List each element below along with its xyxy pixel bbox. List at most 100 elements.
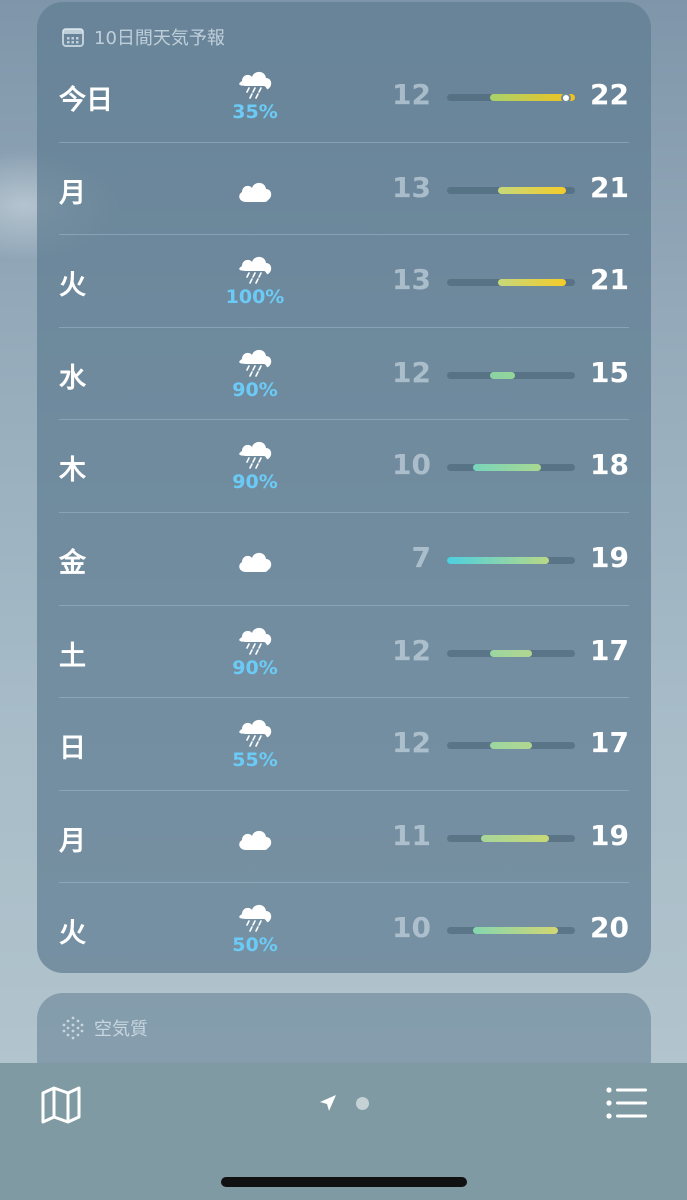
day-label: 水 <box>59 362 86 394</box>
forecast-row[interactable]: 木 90% 10 18 <box>37 420 651 513</box>
forecast-row[interactable]: 今日 35% 12 22 <box>37 50 651 143</box>
precipitation-chance: 50% <box>232 934 278 957</box>
high-temperature: 21 <box>590 263 629 297</box>
temperature-range-bar <box>447 742 575 750</box>
calendar-icon <box>62 28 84 47</box>
weather-condition: 35% <box>217 64 293 130</box>
high-temperature: 17 <box>590 726 629 760</box>
precipitation-chance: 90% <box>232 471 278 494</box>
day-label: 日 <box>59 733 86 765</box>
low-temperature: 10 <box>392 448 431 482</box>
forecast-row[interactable]: 火 50% 10 20 <box>37 883 651 976</box>
forecast-row[interactable]: 月 13 21 <box>37 143 651 236</box>
forecast-row[interactable]: 金 7 19 <box>37 513 651 606</box>
cloud-icon <box>239 552 272 572</box>
precipitation-chance: 35% <box>232 101 278 123</box>
forecast-row[interactable]: 日 55% 12 17 <box>37 698 651 791</box>
day-label: 土 <box>59 640 86 672</box>
forecast-rows: 今日 35% 12 22 月 13 21 火 100% 13 21 水 90% 12 15 木 90% 10 18 金… <box>37 50 651 976</box>
precipitation-chance: 100% <box>225 286 285 309</box>
low-temperature: 7 <box>411 540 431 574</box>
high-temperature: 22 <box>590 78 629 111</box>
air-quality-header: 空気質 <box>62 1015 148 1041</box>
low-temperature: 13 <box>392 170 431 204</box>
temperature-range-bar <box>447 649 575 657</box>
weather-condition <box>217 805 293 871</box>
forecast-header: 10日間天気予報 <box>62 24 225 50</box>
weather-condition: 90% <box>217 434 293 500</box>
temperature-range-bar <box>447 92 575 103</box>
day-label: 月 <box>59 177 86 209</box>
precipitation-chance: 90% <box>232 656 278 679</box>
home-indicator[interactable] <box>221 1177 467 1187</box>
low-temperature: 12 <box>392 633 431 667</box>
location-arrow-icon[interactable] <box>318 1093 338 1113</box>
temperature-range-bar <box>447 371 575 379</box>
weather-condition <box>217 527 293 593</box>
temperature-range-fill <box>498 279 567 287</box>
temperature-range-bar <box>447 834 575 842</box>
air-quality-dots-icon <box>62 1016 84 1040</box>
temperature-range-bar <box>447 464 575 472</box>
forecast-title: 10日間天気予報 <box>94 28 225 49</box>
air-quality-title: 空気質 <box>94 1019 148 1040</box>
rain-cloud-icon <box>239 905 272 933</box>
forecast-row[interactable]: 土 90% 12 17 <box>37 606 651 699</box>
low-temperature: 10 <box>392 911 431 945</box>
high-temperature: 19 <box>590 818 629 852</box>
temperature-range-bar <box>447 927 575 935</box>
precipitation-chance: 55% <box>232 749 278 772</box>
day-label: 木 <box>59 455 86 487</box>
day-label: 月 <box>59 825 86 857</box>
precipitation-chance: 90% <box>232 378 278 401</box>
day-label: 火 <box>59 270 86 302</box>
rain-cloud-icon <box>239 720 272 747</box>
weather-condition: 100% <box>217 249 293 315</box>
high-temperature: 19 <box>590 540 629 574</box>
low-temperature: 12 <box>392 726 431 760</box>
rain-cloud-icon <box>239 71 272 99</box>
temperature-range-fill <box>472 464 541 472</box>
rain-cloud-icon <box>239 257 272 284</box>
temperature-range-fill <box>472 927 558 935</box>
high-temperature: 17 <box>590 633 629 667</box>
page-indicator-dot[interactable] <box>356 1097 369 1110</box>
temperature-range-bar <box>447 556 575 564</box>
temperature-range-fill <box>489 742 533 750</box>
forecast-row[interactable]: 火 100% 13 21 <box>37 235 651 328</box>
low-temperature: 12 <box>392 355 431 389</box>
forecast-row[interactable]: 水 90% 12 15 <box>37 328 651 421</box>
low-temperature: 11 <box>392 818 431 852</box>
temperature-range-fill <box>447 556 550 564</box>
day-label: 金 <box>59 547 86 579</box>
forecast-row[interactable]: 月 11 19 <box>37 791 651 884</box>
rain-cloud-icon <box>239 349 272 377</box>
map-icon[interactable] <box>40 1085 82 1125</box>
rain-cloud-icon <box>239 442 272 470</box>
weather-condition: 55% <box>217 712 293 778</box>
temperature-range-bar <box>447 279 575 287</box>
bottom-toolbar <box>0 1063 687 1200</box>
weather-condition: 90% <box>217 342 293 408</box>
temperature-range-fill <box>498 186 567 194</box>
low-temperature: 12 <box>392 78 431 111</box>
weather-condition: 50% <box>217 897 293 963</box>
high-temperature: 15 <box>590 355 629 389</box>
temperature-range-fill <box>489 649 533 657</box>
list-icon[interactable] <box>606 1087 648 1119</box>
weather-condition: 90% <box>217 620 293 686</box>
temperature-range-fill <box>481 834 550 842</box>
rain-cloud-icon <box>239 627 272 655</box>
low-temperature: 13 <box>392 263 431 297</box>
weather-condition <box>217 157 293 223</box>
high-temperature: 18 <box>590 448 629 482</box>
cloud-icon <box>239 182 272 202</box>
high-temperature: 20 <box>590 911 629 945</box>
high-temperature: 21 <box>590 170 629 204</box>
ten-day-forecast-card: 10日間天気予報 今日 35% 12 22 月 13 21 火 100% 13 21 水 90% 12 15… <box>37 2 651 973</box>
temperature-range-fill <box>489 371 516 379</box>
cloud-icon <box>239 830 272 850</box>
day-label: 今日 <box>59 85 113 116</box>
temperature-range-bar <box>447 186 575 194</box>
current-temperature-dot <box>561 92 572 103</box>
